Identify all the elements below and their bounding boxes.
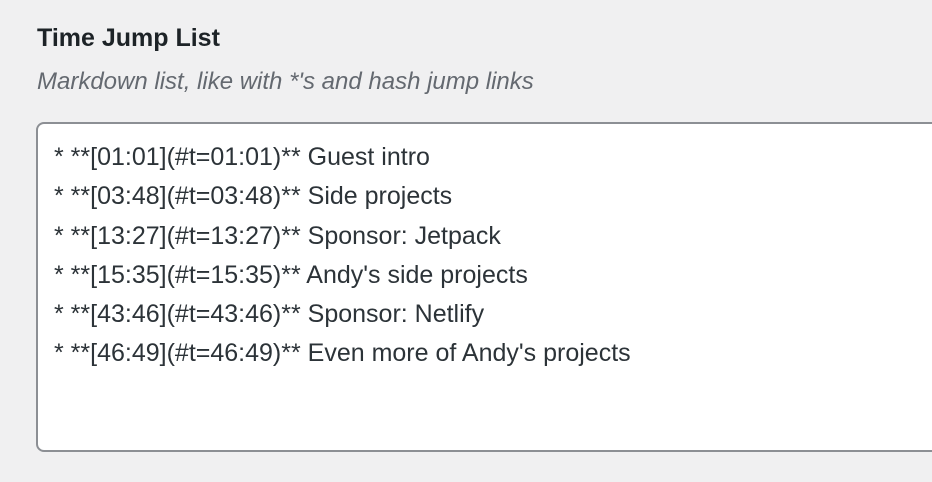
time-jump-list-textarea[interactable]: * **[01:01](#t=01:01)** Guest intro * **… bbox=[36, 122, 932, 452]
textarea-line: * **[15:35](#t=15:35)** Andy's side proj… bbox=[54, 260, 528, 289]
field-label: Time Jump List bbox=[37, 24, 220, 52]
field-description: Markdown list, like with *'s and hash ju… bbox=[37, 68, 534, 95]
textarea-line: * **[46:49](#t=46:49)** Even more of And… bbox=[54, 339, 631, 368]
textarea-line: * **[13:27](#t=13:27)** Sponsor: Jetpack bbox=[54, 221, 501, 250]
textarea-line: * **[03:48](#t=03:48)** Side projects bbox=[54, 182, 453, 211]
textarea-line: * **[43:46](#t=43:46)** Sponsor: Netlify bbox=[54, 300, 485, 329]
textarea-line: * **[01:01](#t=01:01)** Guest intro bbox=[54, 143, 430, 171]
